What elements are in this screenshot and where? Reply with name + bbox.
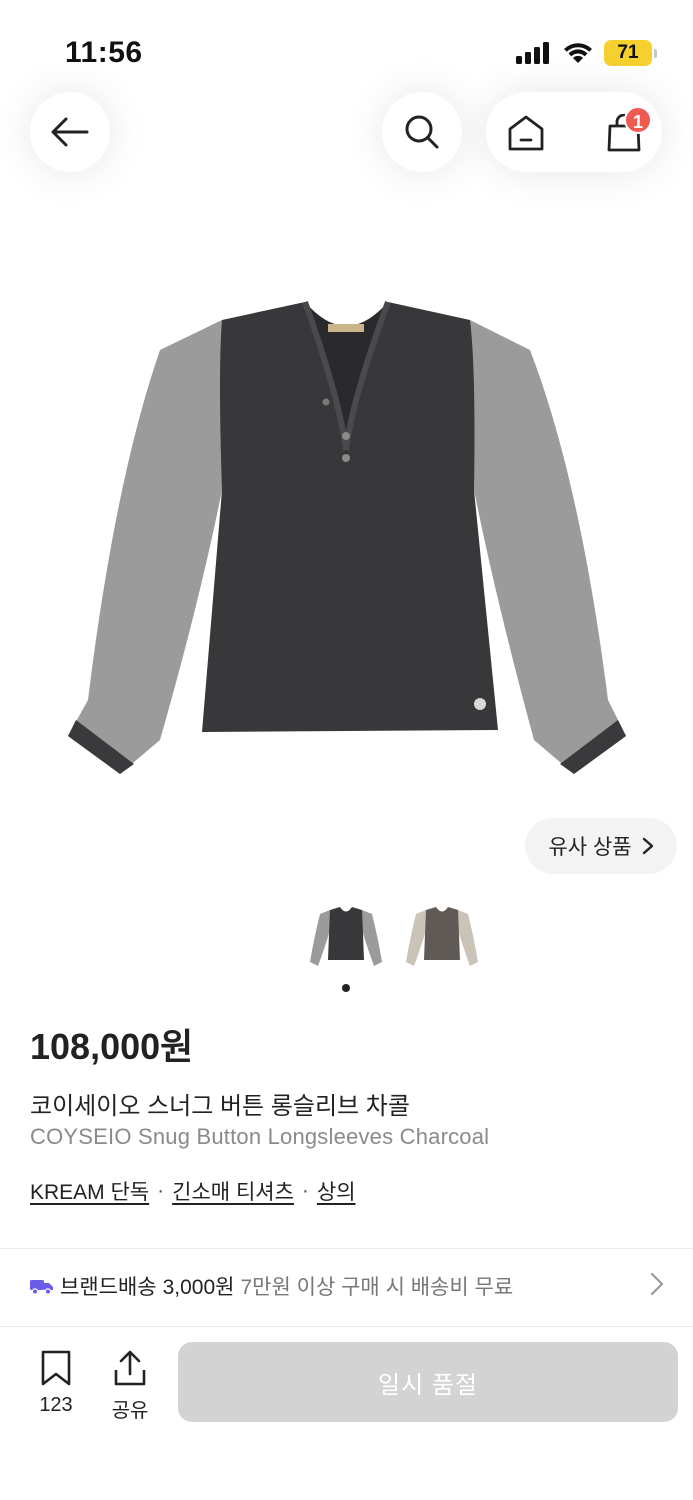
thumbnail-brown[interactable] <box>401 896 483 978</box>
home-button[interactable] <box>504 112 548 154</box>
tag-separator: · <box>157 1179 165 1202</box>
arrow-left-icon <box>51 117 89 147</box>
tag-kream-exclusive[interactable]: KREAM 단독 <box>30 1176 149 1206</box>
battery-tip <box>654 48 657 58</box>
thumbnail-charcoal-image <box>310 907 382 966</box>
product-price: 108,000원 <box>30 1026 194 1067</box>
product-name-korean: 코이세이오 스너그 버튼 롱슬리브 차콜 <box>30 1093 410 1120</box>
delivery-fee: 3,000원 <box>162 1276 235 1299</box>
product-tags: KREAM 단독 · 긴소매 티셔츠 · 상의 <box>30 1176 356 1206</box>
share-icon <box>114 1350 146 1386</box>
product-photo <box>68 300 626 774</box>
status-time: 11:56 <box>65 36 143 69</box>
cellular-signal-icon <box>516 42 549 64</box>
search-icon <box>405 115 439 149</box>
share-button[interactable]: 공유 <box>104 1350 156 1423</box>
cart-count-badge: 1 <box>624 106 652 134</box>
section-divider <box>0 1326 693 1327</box>
back-button[interactable] <box>30 92 110 172</box>
delivery-info-row[interactable]: 브랜드배송 3,000원 7만원 이상 구매 시 배송비 무료 <box>30 1268 670 1304</box>
product-name-english: COYSEIO Snug Button Longsleeves Charcoal <box>30 1124 490 1149</box>
chevron-right-icon <box>650 1272 664 1296</box>
section-divider <box>0 1248 693 1249</box>
search-button[interactable] <box>382 92 462 172</box>
delivery-type: 브랜드배송 <box>60 1276 157 1299</box>
status-icons: 71 <box>516 40 657 66</box>
home-icon <box>508 115 544 151</box>
similar-products-button[interactable]: 유사 상품 <box>525 818 677 874</box>
delivery-note: 7만원 이상 구매 시 배송비 무료 <box>240 1276 514 1299</box>
bookmark-button[interactable]: 123 <box>30 1350 82 1417</box>
status-bar: 11:56 71 <box>0 0 693 100</box>
bookmark-icon <box>41 1350 71 1386</box>
chevron-right-icon <box>642 837 653 855</box>
battery-indicator: 71 <box>604 40 652 66</box>
similar-products-label: 유사 상품 <box>548 836 632 859</box>
truck-icon <box>30 1280 53 1295</box>
tag-longsleeve-tshirts[interactable]: 긴소매 티셔츠 <box>172 1176 294 1206</box>
tag-separator: · <box>301 1179 309 1202</box>
home-cart-group: 1 <box>486 92 662 172</box>
tag-tops[interactable]: 상의 <box>317 1176 356 1206</box>
bottom-action-bar: 123 공유 일시 품절 <box>0 1330 693 1500</box>
product-image[interactable] <box>40 280 653 790</box>
wifi-icon <box>564 43 592 63</box>
bookmark-count: 123 <box>39 1394 73 1416</box>
color-thumbnails <box>305 896 483 978</box>
sold-out-button[interactable]: 일시 품절 <box>178 1342 678 1422</box>
thumbnail-charcoal[interactable] <box>305 896 387 978</box>
thumbnail-brown-image <box>406 907 478 966</box>
share-label: 공유 <box>111 1400 149 1422</box>
carousel-indicator <box>342 984 350 992</box>
